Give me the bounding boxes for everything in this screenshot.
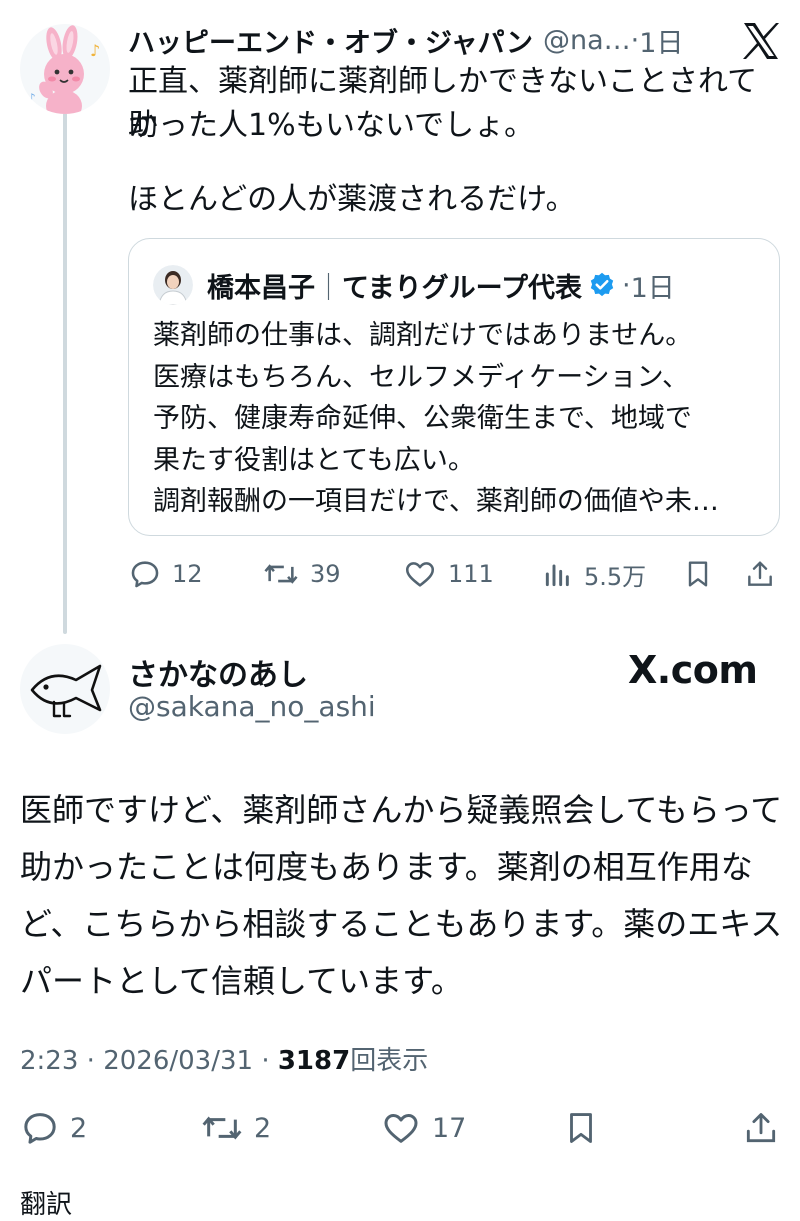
reply-tweet-like-count: 17 (432, 1112, 467, 1144)
bookmark-icon (688, 561, 708, 587)
x-logo-icon (740, 20, 782, 62)
quoted-tweet-card[interactable]: 橋本昌子 ｜ てまりグループ代表 · 1日 薬剤師の仕事は、調剤だけではありませ… (128, 238, 780, 536)
reply-tweet-reply-button[interactable]: 2 (20, 1108, 87, 1148)
fish-icon (30, 664, 102, 718)
quote-author-name[interactable]: 橋本昌子 (207, 266, 315, 305)
retweet-button[interactable]: 39 (262, 556, 341, 592)
reply-author-handle[interactable]: @sakana_no_ashi (128, 690, 376, 723)
tweet-text-line-2: かった人1%もいないでしょ。 (128, 108, 535, 143)
meta-separator-1: · (86, 1046, 95, 1076)
reply-tweet-share-button[interactable] (742, 1108, 780, 1148)
reply-button[interactable]: 12 (128, 556, 203, 592)
quote-author-title[interactable]: てまりグループ代表 (342, 266, 582, 305)
share-icon (746, 1113, 776, 1143)
time-separator: · (630, 24, 640, 56)
site-label: X.com (628, 648, 758, 692)
reply-view-count: 3187 (277, 1046, 351, 1076)
heart-icon (405, 562, 435, 587)
like-count: 111 (448, 560, 494, 588)
bookmark-icon (570, 1113, 592, 1143)
reply-tweet-reply-count: 2 (70, 1112, 88, 1144)
author-handle[interactable]: @na… (543, 25, 631, 56)
reply-date[interactable]: 2026/03/31 (103, 1046, 253, 1076)
quote-time[interactable]: 1日 (631, 266, 675, 305)
retweet-count: 39 (310, 560, 341, 588)
rabbit-icon: ♪ ♪ (28, 25, 100, 114)
views-count: 5.5万 (584, 562, 647, 591)
like-button[interactable]: 111 (402, 556, 494, 592)
author-avatar[interactable]: ♪ ♪ (20, 24, 110, 114)
reply-time[interactable]: 2:23 (20, 1046, 78, 1076)
verified-badge-icon (590, 272, 614, 297)
share-icon (748, 561, 772, 586)
bookmark-button[interactable] (682, 556, 714, 592)
svg-text:♪: ♪ (28, 91, 36, 105)
reply-author-name[interactable]: さかなのあし (128, 650, 308, 694)
quote-author-avatar[interactable] (153, 265, 193, 305)
tweet-time[interactable]: 1日 (639, 21, 683, 60)
retweet-icon (202, 1116, 242, 1140)
quote-text: 薬剤師の仕事は、調剤だけではありません。 医療はもちろん、セルフメディケーション… (153, 320, 719, 517)
reply-tweet-retweet-button[interactable]: 2 (200, 1108, 271, 1148)
views-chart-icon (545, 564, 569, 587)
reply-icon (24, 1113, 56, 1144)
reply-text: 医師ですけど、薬剤師さんから疑義照会してもらって助かったことは何度もあります。薬… (20, 791, 783, 1000)
retweet-icon (264, 564, 298, 584)
reply-tweet-retweet-count: 2 (254, 1112, 272, 1144)
tweet-header: ハッピーエンド・オブ・ジャパン @na… · 1日 (128, 18, 683, 62)
svg-text:♪: ♪ (90, 41, 100, 60)
reply-view-label: 回表示 (350, 1046, 429, 1076)
thread-connector-line (63, 112, 67, 634)
quote-time-separator: · (622, 269, 631, 301)
reply-tweet-like-button[interactable]: 17 (380, 1108, 466, 1148)
author-name[interactable]: ハッピーエンド・オブ・ジャパン (128, 21, 533, 60)
reply-icon (131, 561, 159, 588)
translate-link-peek[interactable]: 翻訳 (20, 1184, 72, 1221)
share-button[interactable] (744, 556, 776, 592)
meta-separator-2: · (261, 1046, 270, 1076)
reply-tweet-bookmark-button[interactable] (562, 1108, 600, 1148)
quote-name-separator: ｜ (315, 272, 342, 304)
tweet-text-line-4: ほとんどの人が薬渡されるだけ。 (128, 182, 576, 217)
heart-icon (384, 1114, 418, 1143)
tweet-meta: 2:23 · 2026/03/31 · 3187回表示 (20, 1040, 428, 1077)
reply-author-avatar[interactable] (20, 644, 110, 734)
views-button[interactable]: 5.5万 (542, 556, 646, 592)
reply-count: 12 (172, 560, 203, 588)
quote-header: 橋本昌子 ｜ てまりグループ代表 · 1日 (153, 265, 675, 305)
